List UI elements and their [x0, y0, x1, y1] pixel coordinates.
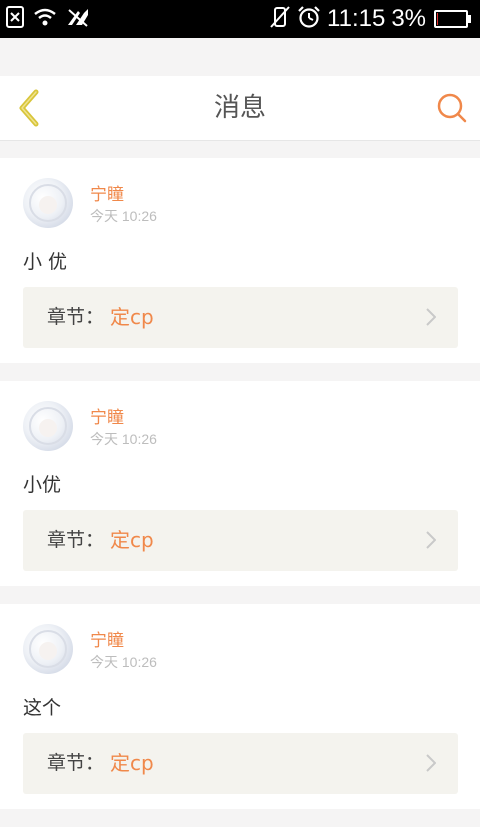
username[interactable]: 宁瞳	[90, 403, 124, 428]
chapter-link[interactable]: 章节： 定cp	[23, 733, 458, 794]
chevron-right-icon	[426, 754, 436, 772]
avatar[interactable]	[23, 401, 73, 451]
battery-percent: 3%	[391, 5, 426, 32]
message-content: 小 优	[23, 251, 68, 273]
wifi-icon	[33, 7, 57, 31]
search-icon	[437, 93, 467, 123]
username[interactable]: 宁瞳	[90, 626, 124, 651]
username[interactable]: 宁瞳	[90, 180, 124, 205]
chapter-name: 定cp	[110, 751, 154, 775]
search-button[interactable]	[436, 92, 468, 124]
message-content: 这个	[23, 697, 62, 719]
chevron-right-icon	[426, 531, 436, 549]
timestamp: 今天 10:26	[90, 208, 157, 224]
status-time: 11:15	[327, 5, 386, 32]
avatar[interactable]	[23, 178, 73, 228]
alarm-icon	[297, 5, 321, 33]
chapter-link[interactable]: 章节： 定cp	[23, 287, 458, 348]
message-card: 宁瞳 今天 10:26 这个 章节： 定cp	[0, 604, 480, 809]
chevron-right-icon	[426, 308, 436, 326]
data-off-icon	[66, 7, 90, 31]
avatar-face	[39, 196, 57, 214]
message-card: 宁瞳 今天 10:26 小 优 章节： 定cp	[0, 158, 480, 363]
message-list[interactable]: 宁瞳 今天 10:26 小 优 章节： 定cp 宁瞳 今天 10:26 小优 章…	[0, 158, 480, 827]
battery-icon	[434, 10, 471, 28]
avatar-face	[39, 642, 57, 660]
timestamp: 今天 10:26	[90, 431, 157, 447]
battery-fill	[437, 13, 438, 25]
page-title: 消息	[213, 93, 266, 123]
timestamp: 今天 10:26	[90, 654, 157, 670]
vibrate-mute-icon	[269, 5, 291, 33]
status-bar: 11:15 3%	[0, 0, 480, 38]
sim-blocked-icon	[6, 6, 24, 32]
message-content: 小优	[23, 474, 62, 496]
app-header: 消息	[0, 76, 480, 141]
avatar-face	[39, 419, 57, 437]
chapter-label: 章节：	[47, 306, 105, 328]
chapter-name: 定cp	[110, 305, 154, 329]
chapter-link[interactable]: 章节： 定cp	[23, 510, 458, 571]
chapter-label: 章节：	[47, 529, 105, 551]
message-card: 宁瞳 今天 10:26 小优 章节： 定cp	[0, 381, 480, 586]
chapter-name: 定cp	[110, 528, 154, 552]
avatar[interactable]	[23, 624, 73, 674]
chapter-label: 章节：	[47, 752, 105, 774]
